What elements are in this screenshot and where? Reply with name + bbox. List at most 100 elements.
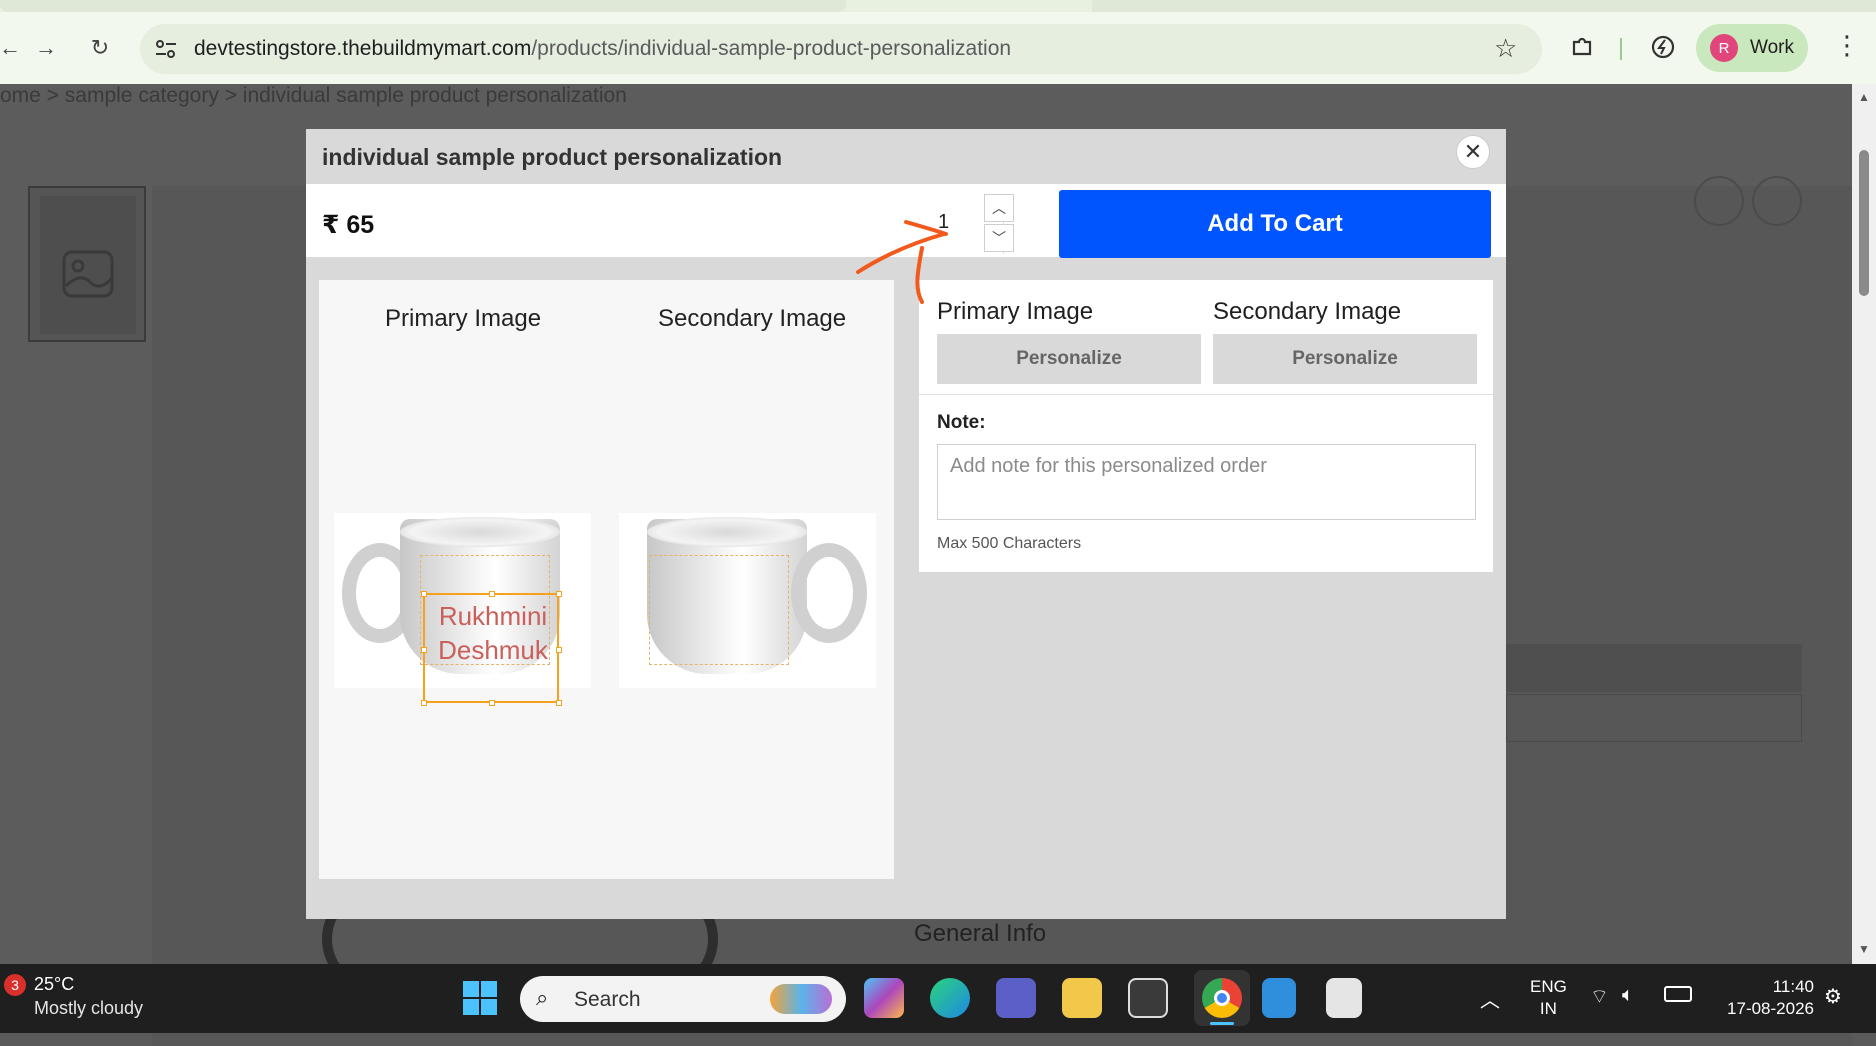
note-textarea[interactable]	[937, 444, 1476, 520]
weather-description: Mostly cloudy	[34, 998, 144, 1018]
date: 17-08-2026	[1727, 999, 1814, 1018]
time: 11:40	[1772, 977, 1814, 996]
decrement-button[interactable]: ﹀	[984, 224, 1014, 252]
info-row	[1506, 644, 1802, 692]
region-code: IN	[1539, 999, 1557, 1018]
forward-arrow-icon[interactable]: →	[28, 30, 64, 66]
language-indicator[interactable]: ENG IN	[1530, 976, 1567, 1020]
mug-text-line: Rukhmini	[438, 601, 548, 631]
page-scrollbar[interactable]: ▲ ▼	[1852, 84, 1876, 964]
avatar: R	[1710, 34, 1738, 62]
increment-button[interactable]: ︿	[984, 194, 1014, 222]
resize-handle[interactable]	[489, 591, 495, 597]
tab-strip	[0, 0, 1876, 12]
note-label: Note:	[937, 412, 986, 433]
add-to-cart-button[interactable]: Add To Cart	[1059, 190, 1491, 258]
secondary-image-option-label: Secondary Image	[1213, 298, 1402, 325]
mug-custom-text: Rukhmini Deshmuk	[425, 599, 561, 667]
copilot-icon[interactable]	[864, 978, 904, 1018]
edge-icon[interactable]	[930, 978, 970, 1018]
taskbar-search[interactable]: ⌕ Search	[520, 976, 846, 1022]
primary-image-option-label: Primary Image	[937, 298, 1094, 325]
resize-handle[interactable]	[489, 700, 495, 706]
compare-icon[interactable]	[1752, 176, 1802, 226]
profile-label: Work	[1750, 37, 1794, 58]
share-icon[interactable]	[1694, 176, 1744, 226]
scrollbar-thumb[interactable]	[1859, 150, 1869, 296]
preview-panel: Primary Image Secondary Image Rukhmini D…	[319, 280, 894, 879]
browser-toolbar: ← → ↻ devtestingstore.thebuildmymart.com…	[0, 0, 1876, 84]
search-icon: ⌕	[536, 985, 549, 1010]
personalize-secondary-button[interactable]: Personalize	[1213, 334, 1477, 384]
scroll-down-icon[interactable]: ▼	[1858, 942, 1870, 956]
mug-text-line: Deshmuk	[438, 635, 548, 665]
chevron-down-icon: ﹀	[992, 230, 1006, 246]
browser-tab[interactable]	[0, 0, 846, 12]
currency-symbol: ₹	[322, 211, 340, 239]
chrome-taskbar-button[interactable]	[1194, 970, 1250, 1026]
product-price: ₹ 65	[322, 210, 374, 240]
windows-start-icon[interactable]	[462, 980, 498, 1016]
active-app-indicator	[1210, 1022, 1234, 1025]
clock[interactable]: 11:40 17-08-2026	[1718, 976, 1814, 1020]
bookmark-star-icon[interactable]: ☆	[1494, 33, 1517, 64]
print-area	[649, 555, 789, 665]
resize-handle[interactable]	[421, 700, 427, 706]
image-placeholder-icon	[62, 250, 114, 298]
resize-handle[interactable]	[556, 700, 562, 706]
annotation-arrow	[856, 220, 948, 304]
mug-rim	[400, 517, 560, 547]
toolbar-divider	[1620, 38, 1622, 60]
personalize-primary-button[interactable]: Personalize	[937, 334, 1201, 384]
resize-handle[interactable]	[556, 591, 562, 597]
price-value: 65	[346, 211, 375, 239]
mug-rim	[647, 517, 807, 547]
reload-icon[interactable]: ↻	[82, 30, 118, 66]
secondary-mug-image	[619, 513, 876, 688]
personalization-options: Primary Image Secondary Image Personaliz…	[919, 280, 1493, 572]
search-label: Search	[574, 988, 641, 1011]
url-path: /products/individual-sample-product-pers…	[531, 37, 1012, 60]
secondary-image-label: Secondary Image	[658, 305, 847, 332]
product-thumbnail[interactable]	[28, 186, 146, 342]
file-explorer-icon[interactable]	[1062, 978, 1102, 1018]
modal-title: individual sample product personalizatio…	[322, 144, 783, 170]
address-bar[interactable]: devtestingstore.thebuildmymart.com/produ…	[140, 24, 1542, 74]
tray-overflow-icon[interactable]: ︿	[1480, 984, 1500, 1013]
mug-handle	[791, 543, 867, 643]
scroll-up-icon[interactable]: ▲	[1858, 90, 1870, 104]
close-icon: ✕	[1463, 139, 1483, 164]
weather-temperature: 25°C	[34, 974, 75, 994]
teams-icon[interactable]	[996, 978, 1036, 1018]
resize-handle[interactable]	[421, 591, 427, 597]
taskbar: 3 25°C Mostly cloudy ⌕ Search ︿ ENG IN ⌔…	[0, 964, 1876, 1033]
breadcrumb: ome > sample category > individual sampl…	[0, 84, 627, 107]
url-host: devtestingstore.thebuildmymart.com	[194, 37, 532, 60]
profile-button[interactable]: R Work	[1696, 24, 1808, 72]
url-text[interactable]: devtestingstore.thebuildmymart.com/produ…	[194, 37, 1011, 61]
primary-image-label: Primary Image	[385, 305, 542, 332]
info-row	[1506, 694, 1802, 742]
back-arrow-icon[interactable]: ←	[0, 30, 28, 66]
note-character-limit: Max 500 Characters	[937, 535, 1082, 552]
performance-icon[interactable]	[1650, 34, 1676, 60]
volume-icon[interactable]: 🔈︎	[1622, 984, 1634, 1007]
chrome-icon-center	[1214, 990, 1230, 1006]
general-info-heading: General Info	[914, 920, 1047, 947]
divider	[919, 394, 1493, 395]
thumbnail-placeholder	[40, 196, 136, 334]
browser-tab[interactable]	[1092, 0, 1876, 12]
wifi-icon[interactable]: ⌔	[1590, 984, 1609, 1009]
language-code: ENG	[1530, 977, 1567, 996]
snipping-tool-icon[interactable]	[1326, 978, 1362, 1018]
extensions-icon[interactable]	[1570, 34, 1596, 60]
notepad-icon[interactable]	[1262, 978, 1296, 1018]
notification-icon[interactable]: ⚙︎	[1824, 984, 1842, 1009]
site-settings-icon[interactable]	[154, 38, 178, 60]
battery-icon[interactable]	[1664, 986, 1692, 1002]
app-box-icon[interactable]	[1128, 978, 1168, 1018]
text-selection-box[interactable]: Rukhmini Deshmuk	[421, 591, 562, 706]
close-button[interactable]: ✕	[1456, 135, 1490, 169]
more-menu-icon[interactable]: ⋮	[1834, 30, 1860, 61]
search-highlight-icon	[770, 984, 832, 1014]
